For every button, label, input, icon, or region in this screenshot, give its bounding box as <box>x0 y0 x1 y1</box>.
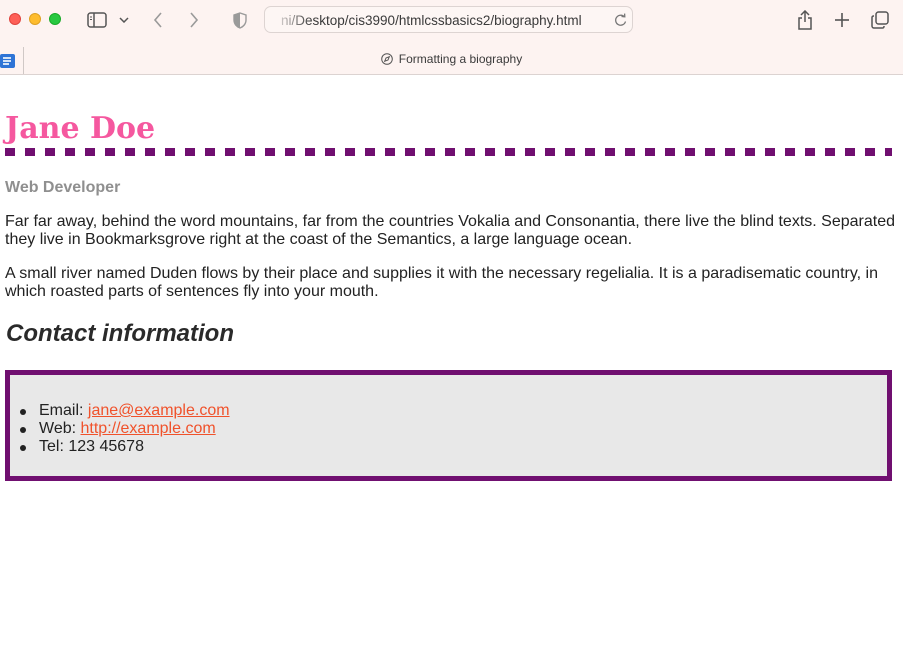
close-window-button[interactable] <box>9 13 21 25</box>
telephone-text: Tel: 123 45678 <box>39 438 144 455</box>
chevron-down-icon[interactable] <box>118 8 130 32</box>
email-label: Email: <box>39 402 88 419</box>
contact-box: Email: jane@example.com Web: http://exam… <box>5 370 892 481</box>
tab-title-label: Formatting a biography <box>398 52 523 66</box>
bullet <box>20 409 26 415</box>
dotted-divider <box>5 148 892 156</box>
bullet <box>20 445 26 451</box>
compass-icon <box>380 53 393 68</box>
bio-paragraph: Far far away, behind the word mountains,… <box>5 213 895 248</box>
share-icon[interactable] <box>796 8 814 32</box>
email-link[interactable]: jane@example.com <box>88 402 230 419</box>
job-title: Web Developer <box>5 179 121 196</box>
forward-icon[interactable] <box>186 8 202 32</box>
tab-active[interactable]: Formatting a biography <box>0 52 903 68</box>
list-item: Web: http://example.com <box>18 420 230 438</box>
bio-paragraph: A small river named Duden flows by their… <box>5 265 879 300</box>
page-title: Jane Doe <box>5 111 156 146</box>
minimize-window-button[interactable] <box>29 13 41 25</box>
tab-bar: Formatting a biography <box>0 40 903 75</box>
reload-icon[interactable] <box>614 13 627 32</box>
url-text: ni/Desktop/cis3990/htmlcssbasics2/biogra… <box>281 13 582 28</box>
address-bar[interactable]: ni/Desktop/cis3990/htmlcssbasics2/biogra… <box>264 6 633 33</box>
back-icon[interactable] <box>150 8 166 32</box>
new-tab-icon[interactable] <box>833 8 851 32</box>
zoom-window-button[interactable] <box>49 13 61 25</box>
web-label: Web: <box>39 420 81 437</box>
page-content: Jane Doe Web Developer Far far away, beh… <box>0 75 903 658</box>
list-item: Email: jane@example.com <box>18 402 230 420</box>
web-link[interactable]: http://example.com <box>81 420 216 437</box>
privacy-shield-icon[interactable] <box>231 8 249 32</box>
browser-toolbar: ni/Desktop/cis3990/htmlcssbasics2/biogra… <box>0 0 903 40</box>
tab-overview-icon[interactable] <box>870 8 890 32</box>
contact-heading: Contact information <box>6 320 234 347</box>
list-item: Tel: 123 45678 <box>18 438 230 456</box>
sidebar-toggle-icon[interactable] <box>86 8 108 32</box>
bullet <box>20 427 26 433</box>
contact-list: Email: jane@example.com Web: http://exam… <box>18 402 230 456</box>
